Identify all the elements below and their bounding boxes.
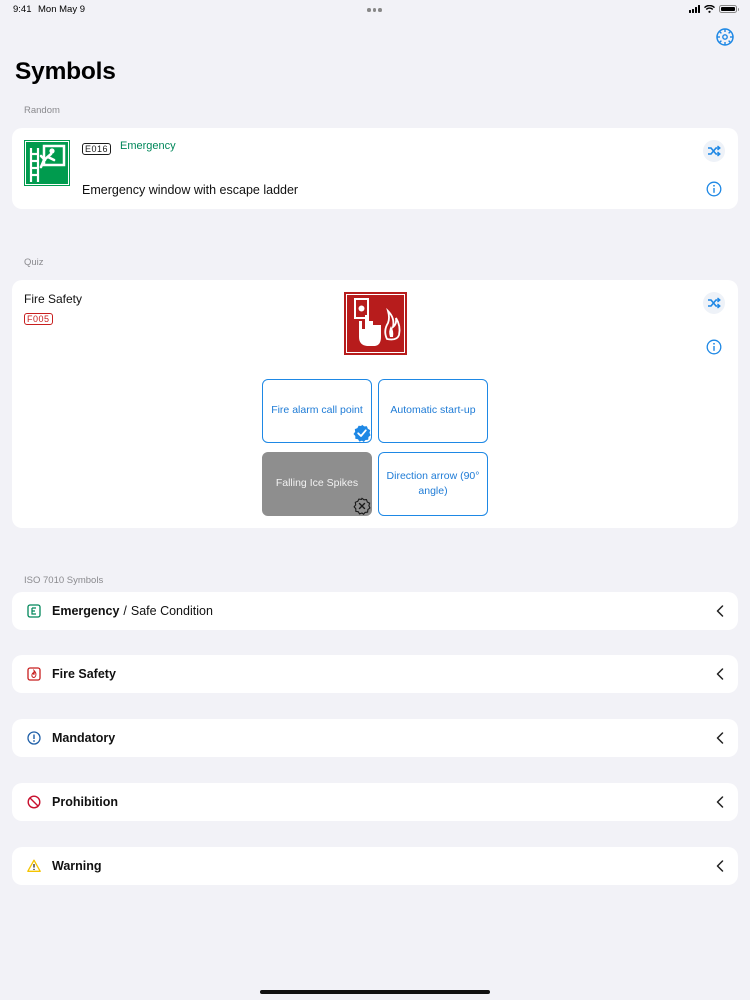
quiz-card: Fire Safety F005 Fire alarm call point A… — [12, 280, 738, 528]
cellular-signal-icon — [689, 5, 700, 13]
chevron-left-icon — [716, 860, 724, 872]
category-label: Emergency / Safe Condition — [52, 604, 213, 618]
mandatory-icon — [27, 731, 41, 745]
emergency-icon — [27, 604, 41, 618]
section-header-quiz: Quiz — [24, 257, 44, 268]
answer-label: Automatic start-up — [390, 404, 476, 417]
shuffle-icon — [708, 145, 721, 157]
answer-label: Falling Ice Spikes — [275, 477, 359, 490]
chevron-left-icon — [716, 732, 724, 744]
quiz-answer-button-wrong[interactable]: Falling Ice Spikes — [262, 452, 372, 516]
category-label: Mandatory — [52, 731, 116, 745]
section-header-iso: ISO 7010 Symbols — [24, 575, 104, 586]
answer-label: Fire alarm call point — [271, 404, 363, 417]
info-icon — [706, 339, 722, 355]
shuffle-quiz-button[interactable] — [703, 292, 725, 314]
symbol-code-badge: E016 — [82, 139, 112, 157]
random-symbol-card[interactable]: E016 Emergency Emergency window with esc… — [12, 128, 738, 209]
battery-icon — [719, 5, 739, 13]
answer-label: Direction arrow (90° angle) — [386, 469, 480, 497]
wrong-x-badge-icon — [353, 497, 371, 515]
symbol-name: Emergency window with escape ladder — [82, 183, 299, 197]
home-indicator[interactable] — [260, 990, 490, 994]
quiz-answer-button[interactable]: Automatic start-up — [378, 379, 488, 443]
correct-checkmark-badge-icon — [353, 424, 371, 442]
wifi-icon — [704, 5, 715, 13]
prohibition-icon — [27, 795, 41, 809]
chevron-left-icon — [716, 796, 724, 808]
app-screen: 9:41 Mon May 9 Symbols Random E016 Emerg… — [0, 0, 750, 1000]
category-label: Prohibition — [52, 795, 118, 809]
settings-gear-icon[interactable] — [714, 26, 736, 48]
fire-alarm-call-point-symbol-icon — [343, 291, 408, 356]
shuffle-icon — [708, 297, 721, 309]
category-row-fire-safety[interactable]: Fire Safety — [12, 655, 738, 693]
category-row-mandatory[interactable]: Mandatory — [12, 719, 738, 757]
status-icons — [689, 5, 739, 13]
quiz-code-badge: F005 — [24, 309, 53, 327]
quiz-answer-button[interactable]: Direction arrow (90° angle) — [378, 452, 488, 516]
page-title: Symbols — [15, 58, 116, 85]
quiz-info-button[interactable] — [703, 336, 725, 358]
section-header-random: Random — [24, 105, 60, 116]
status-date: Mon May 9 — [38, 4, 85, 15]
multitasking-dots-icon[interactable] — [367, 8, 382, 12]
category-label: Fire Safety — [52, 667, 116, 681]
category-row-prohibition[interactable]: Prohibition — [12, 783, 738, 821]
chevron-left-icon — [716, 668, 724, 680]
random-info-button[interactable] — [703, 178, 725, 200]
status-time: 9:41 — [13, 4, 32, 15]
category-row-warning[interactable]: Warning — [12, 847, 738, 885]
shuffle-random-button[interactable] — [703, 140, 725, 162]
fire-safety-icon — [27, 667, 41, 681]
emergency-window-ladder-symbol-icon — [24, 140, 70, 186]
status-bar: 9:41 Mon May 9 — [0, 0, 750, 20]
symbol-category-label: Emergency — [120, 140, 176, 152]
info-icon — [706, 181, 722, 197]
chevron-left-icon — [716, 605, 724, 617]
category-row-emergency[interactable]: Emergency / Safe Condition — [12, 592, 738, 630]
category-label: Warning — [52, 859, 102, 873]
warning-icon — [27, 859, 41, 872]
quiz-category-title: Fire Safety — [24, 292, 83, 306]
quiz-answer-button[interactable]: Fire alarm call point — [262, 379, 372, 443]
